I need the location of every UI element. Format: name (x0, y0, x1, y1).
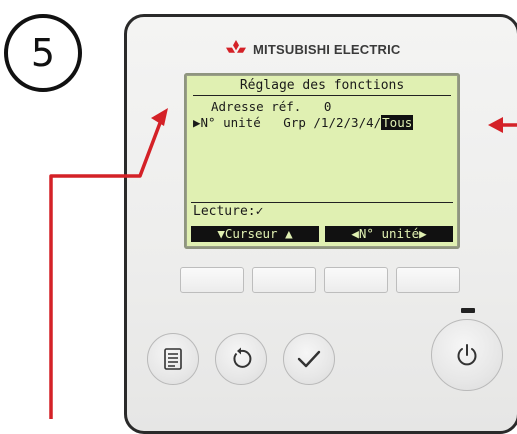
menu-button[interactable] (147, 333, 199, 385)
mitsubishi-logo-icon (226, 40, 246, 53)
lcd-unit-options: ▶N° unité Grp /1/2/3/4/ (193, 115, 382, 130)
check-icon (297, 350, 321, 368)
power-button[interactable] (431, 319, 503, 391)
softkey-label-cursor: ▼Curseur ▲ (191, 226, 319, 242)
confirm-button[interactable] (283, 333, 335, 385)
lcd-title-divider (193, 95, 451, 96)
function-button-f3[interactable] (324, 267, 388, 293)
lcd-line-unit: ▶N° unité Grp /1/2/3/4/Tous (193, 115, 414, 130)
function-button-f4[interactable] (396, 267, 460, 293)
brand: MITSUBISHI ELECTRIC (225, 39, 401, 59)
function-button-f2[interactable] (252, 267, 316, 293)
lcd-frame: Réglage des fonctions Adresse réf. 0 ▶N°… (184, 73, 460, 249)
lcd-selected-option: Tous (381, 115, 414, 130)
lcd-title: Réglage des fonctions (239, 78, 405, 93)
operation-lamp (461, 308, 475, 313)
lcd-screen: Réglage des fonctions Adresse réf. 0 ▶N°… (187, 76, 457, 246)
brand-name: MITSUBISHI ELECTRIC (253, 41, 401, 57)
step-number-badge: 5 (4, 14, 82, 92)
lcd-status: Lecture:✓ (193, 204, 264, 219)
return-button[interactable] (215, 333, 267, 385)
menu-icon (164, 348, 182, 370)
softkey-label-unit: ◀N° unité▶ (325, 226, 453, 242)
lcd-bottom-divider (191, 202, 453, 203)
step-number: 5 (30, 31, 56, 75)
power-icon (457, 344, 477, 366)
function-button-f1[interactable] (180, 267, 244, 293)
lcd-line-address: Adresse réf. 0 (211, 99, 332, 114)
return-icon (233, 347, 252, 368)
remote-controller: MITSUBISHI ELECTRIC Réglage des fonction… (124, 14, 517, 434)
